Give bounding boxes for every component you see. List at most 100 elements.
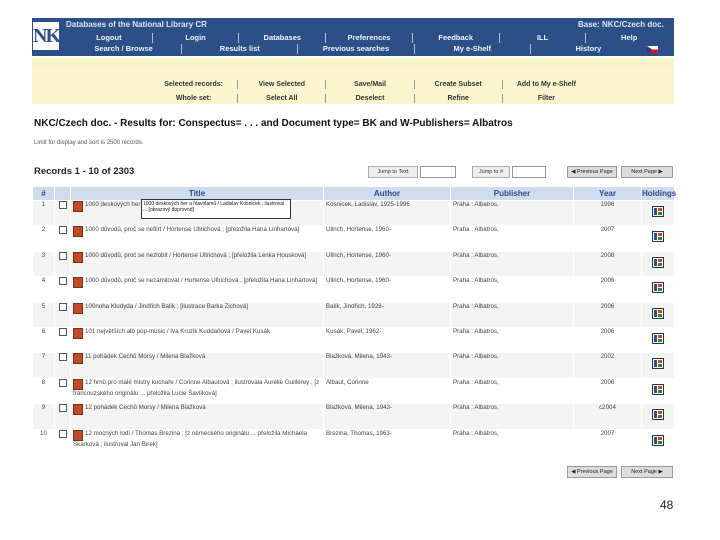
create-subset-link[interactable]: Create Subset xyxy=(415,80,503,89)
row-number[interactable]: 6 xyxy=(32,326,55,354)
jump-to-number-input[interactable] xyxy=(512,166,546,178)
czech-flag-icon[interactable] xyxy=(647,46,658,53)
row-author[interactable]: Ullrich, Hortense, 1960- xyxy=(323,225,451,252)
row-checkbox[interactable] xyxy=(59,252,67,260)
book-cover-icon[interactable] xyxy=(73,277,83,289)
row-number-link[interactable]: 9 xyxy=(42,405,45,411)
nav-results-list[interactable]: Results list xyxy=(182,44,299,54)
row-number-link[interactable]: 6 xyxy=(42,328,45,334)
view-selected-link[interactable]: View Selected xyxy=(238,80,327,89)
row-author[interactable]: Blažková, Milena, 1943- xyxy=(323,403,451,430)
nav-previous-searches[interactable]: Previous searches xyxy=(298,44,415,54)
jump-to-text-button[interactable]: Jump to Text xyxy=(368,166,418,178)
nav-search-browse[interactable]: Search / Browse xyxy=(66,44,183,54)
nav-logout[interactable]: Logout xyxy=(66,33,153,43)
deselect-link[interactable]: Deselect xyxy=(326,94,415,103)
row-checkbox[interactable] xyxy=(59,430,67,438)
row-number[interactable]: 5 xyxy=(32,301,55,328)
row-author[interactable]: Kusák, Pavel, 1962- xyxy=(323,326,451,354)
row-number[interactable]: 7 xyxy=(32,352,55,379)
holdings-icon[interactable] xyxy=(652,332,664,344)
row-checkbox[interactable] xyxy=(59,353,67,362)
holdings-icon[interactable] xyxy=(652,206,664,217)
book-cover-icon[interactable] xyxy=(73,353,83,365)
row-checkbox[interactable] xyxy=(59,303,67,311)
book-cover-icon[interactable] xyxy=(73,226,83,238)
row-title-link[interactable]: 12 pohádek Čechů Morsy / Milena Blažková xyxy=(85,405,206,411)
row-checkbox[interactable] xyxy=(59,226,67,235)
row-number-link[interactable]: 5 xyxy=(42,303,45,309)
row-number-link[interactable]: 1 xyxy=(42,202,45,208)
previous-page-button-bottom[interactable]: ◀ Previous Page xyxy=(567,466,617,478)
next-page-button-top[interactable]: Next Page ▶ xyxy=(621,166,673,178)
row-number-link[interactable]: 4 xyxy=(42,278,45,284)
row-author[interactable]: Ullrich, Hortense, 1960- xyxy=(323,276,451,303)
row-checkbox[interactable] xyxy=(59,328,67,336)
nav-databases[interactable]: Databases xyxy=(239,33,327,43)
row-author[interactable]: Ullrich, Hortense, 1960- xyxy=(323,250,451,278)
row-author[interactable]: Balík, Jindřich, 1928- xyxy=(323,301,451,328)
row-number-link[interactable]: 3 xyxy=(42,252,45,258)
book-cover-icon[interactable] xyxy=(73,328,83,339)
holdings-icon[interactable] xyxy=(652,231,664,243)
col-publisher[interactable]: Publisher xyxy=(450,186,574,201)
row-checkbox[interactable] xyxy=(59,404,67,413)
col-author[interactable]: Author xyxy=(323,186,451,201)
row-number[interactable]: 1 xyxy=(32,199,55,227)
nk-logo[interactable]: NK xyxy=(33,22,61,50)
row-author[interactable]: Blažková, Milena, 1943- xyxy=(323,352,451,379)
nav-help[interactable]: Help xyxy=(586,33,672,43)
row-number[interactable]: 10 xyxy=(32,428,55,455)
row-title-link[interactable]: 1000 důvodů, proč se neflirt / Hortense … xyxy=(85,227,299,233)
refine-link[interactable]: Refine xyxy=(415,94,503,103)
add-to-eshelf-link[interactable]: Add to My e-Shelf xyxy=(503,80,590,89)
nav-feedback[interactable]: Feedback xyxy=(413,33,500,43)
row-checkbox[interactable] xyxy=(59,379,67,387)
row-number[interactable]: 8 xyxy=(32,377,55,405)
jump-to-text-input[interactable] xyxy=(420,166,456,178)
nav-history[interactable]: History xyxy=(531,44,646,54)
row-number-link[interactable]: 2 xyxy=(42,227,45,233)
filter-link[interactable]: Filter xyxy=(503,94,590,103)
nav-my-eshelf[interactable]: My e-Shelf xyxy=(415,44,531,54)
book-cover-icon[interactable] xyxy=(73,201,83,212)
book-cover-icon[interactable] xyxy=(73,430,83,441)
row-title-link[interactable]: 100noha Kludyda / Jindřich Balík ; [ilus… xyxy=(85,303,248,309)
holdings-icon[interactable] xyxy=(652,434,664,446)
row-checkbox[interactable] xyxy=(59,201,67,209)
row-checkbox[interactable] xyxy=(59,277,67,286)
next-page-button-bottom[interactable]: Next Page ▶ xyxy=(621,466,673,478)
holdings-icon[interactable] xyxy=(652,282,664,294)
row-title-link[interactable]: 11 pohádek Čechů Morsy / Milena Blažková xyxy=(85,354,205,360)
row-title-link[interactable]: 12 hrnů pro malé mistry kuchaře / Corinn… xyxy=(73,379,319,396)
select-all-link[interactable]: Select All xyxy=(238,94,327,103)
previous-page-button-top[interactable]: ◀ Previous Page xyxy=(567,166,617,178)
row-author[interactable]: Brezina, Thomas, 1963- xyxy=(323,428,451,455)
holdings-icon[interactable] xyxy=(652,358,664,370)
row-number[interactable]: 4 xyxy=(32,276,55,303)
row-title-link[interactable]: 101 největších alb pop-music / Iva Kruzi… xyxy=(85,328,270,334)
row-number[interactable]: 2 xyxy=(32,225,55,252)
nav-login[interactable]: Login xyxy=(153,33,240,43)
book-cover-icon[interactable] xyxy=(73,404,83,416)
row-number-link[interactable]: 10 xyxy=(40,430,47,436)
row-number[interactable]: 9 xyxy=(32,403,55,430)
holdings-icon[interactable] xyxy=(652,307,664,319)
holdings-icon[interactable] xyxy=(652,409,664,421)
holdings-icon[interactable] xyxy=(652,383,664,395)
book-cover-icon[interactable] xyxy=(73,379,83,390)
book-cover-icon[interactable] xyxy=(73,303,83,314)
row-author[interactable]: Albaut, Corinne xyxy=(323,377,451,405)
row-author[interactable]: Kosnicek, Ladislav, 1925-1996 xyxy=(323,199,451,227)
save-mail-link[interactable]: Save/Mail xyxy=(326,80,415,89)
row-number-link[interactable]: 7 xyxy=(42,354,45,360)
row-title-link[interactable]: 1000 důvodů, proč se nezamilovat / Horte… xyxy=(85,278,317,284)
row-number[interactable]: 3 xyxy=(32,250,55,278)
book-cover-icon[interactable] xyxy=(73,252,83,263)
nav-ill[interactable]: ILL xyxy=(500,33,587,43)
holdings-icon[interactable] xyxy=(652,256,664,268)
row-title-link[interactable]: 12 mocných lodí / Thomas Brezina ; [z ně… xyxy=(73,430,307,447)
col-year[interactable]: Year xyxy=(573,186,642,201)
nav-preferences[interactable]: Preferences xyxy=(326,33,413,43)
row-title-link[interactable]: 1000 důvodů, proč se nezlobit / Hortense… xyxy=(85,252,306,258)
